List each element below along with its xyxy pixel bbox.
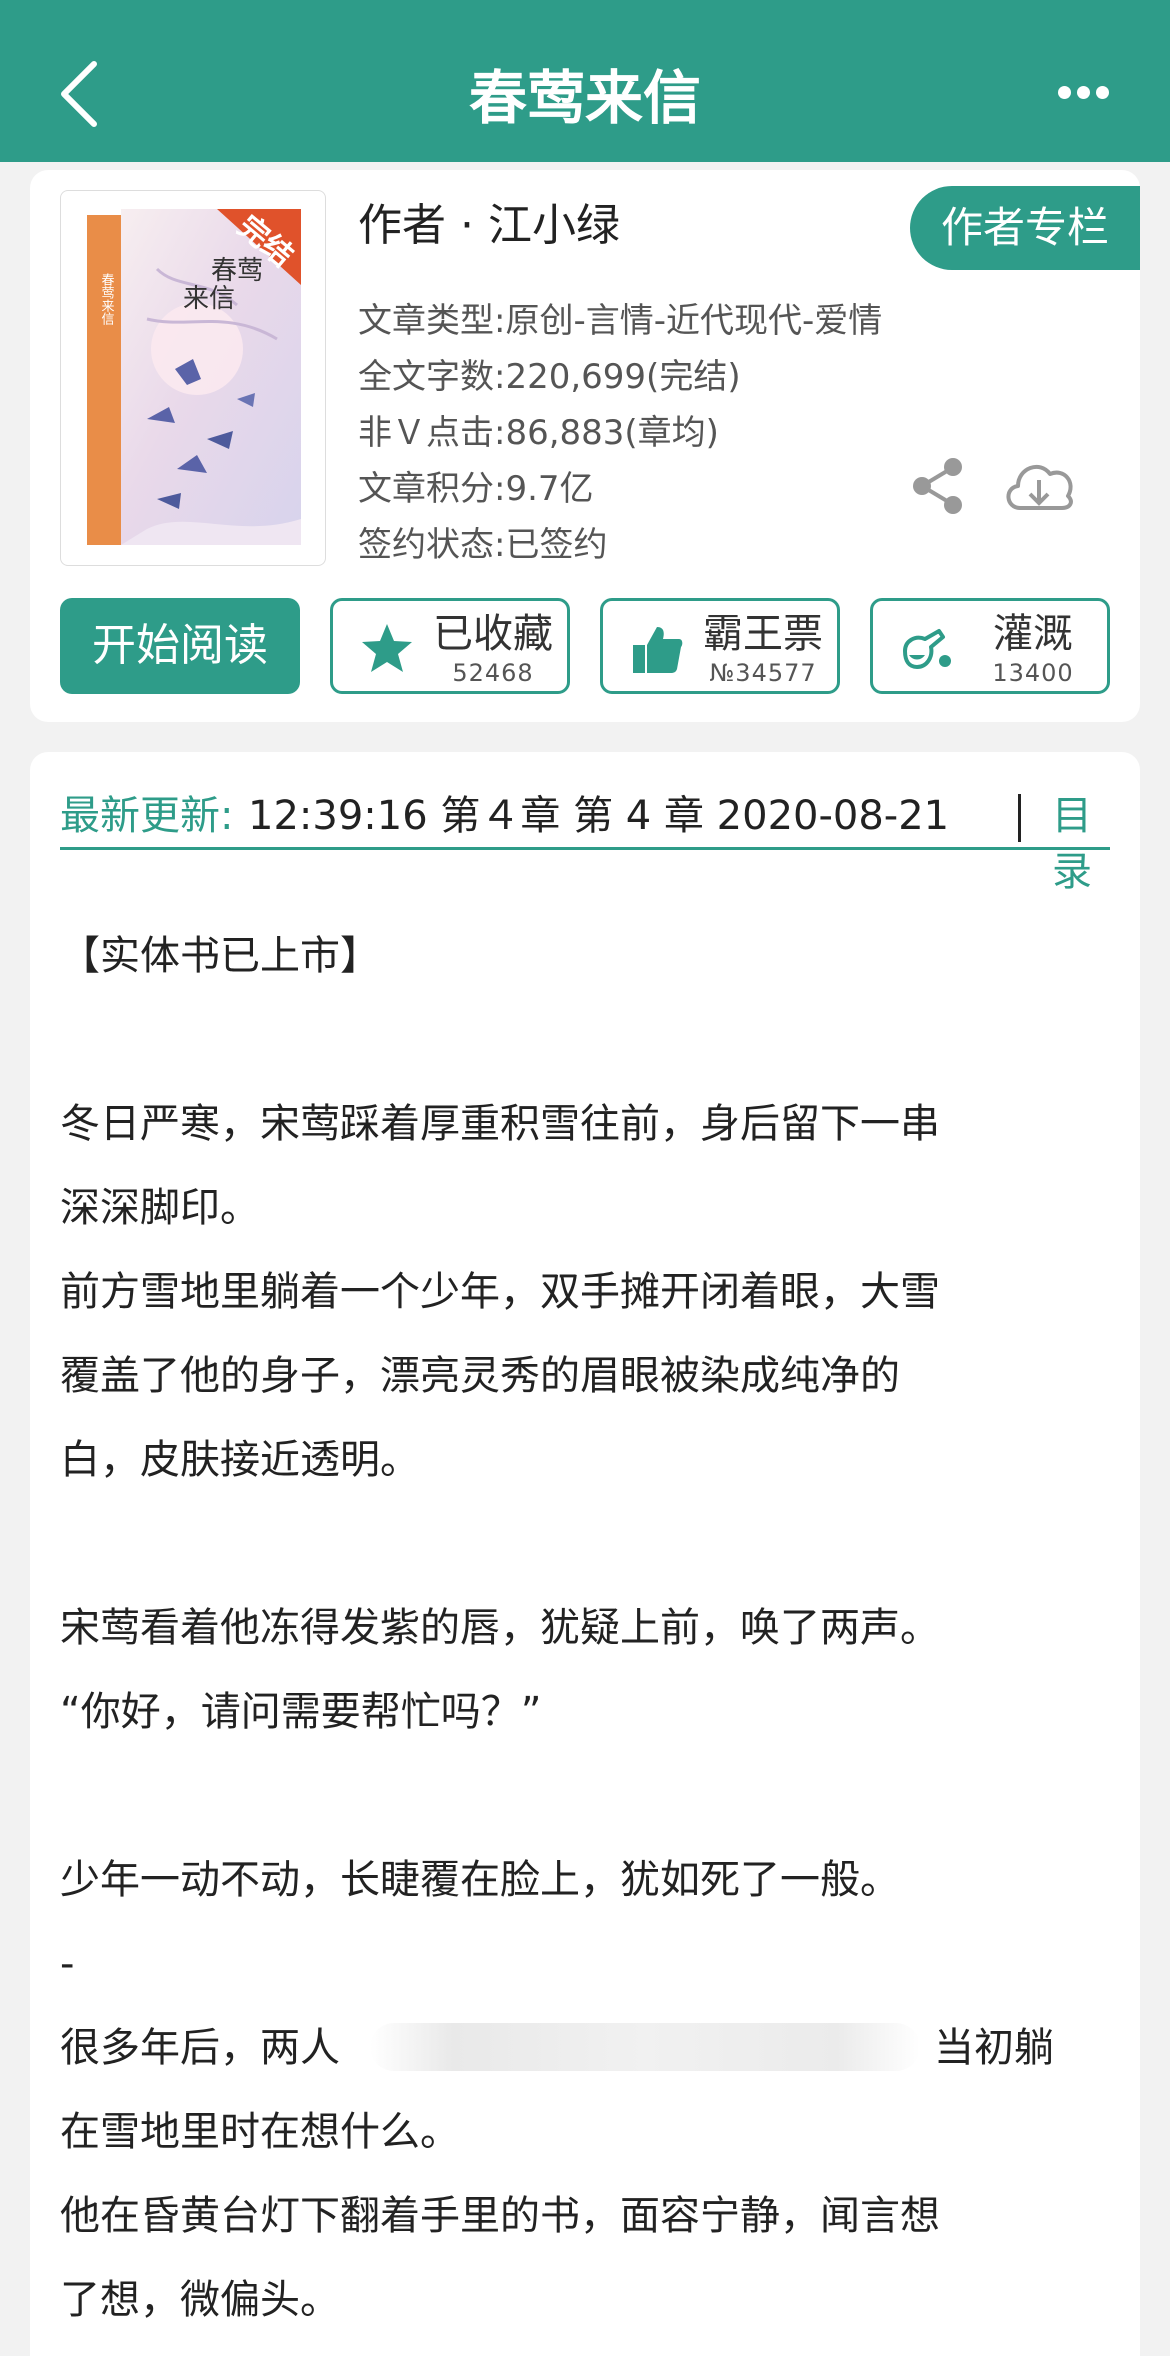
synopsis-line: 少年一动不动，长睫覆在脸上，犹如死了一般。 (60, 1857, 900, 1903)
synopsis-line: 当初躺 (934, 2025, 1054, 2071)
synopsis-line: 很多年后，两人 (60, 2025, 340, 2071)
vote-button[interactable]: 霸王票 №34577 (600, 598, 840, 694)
synopsis-card: 最新更新: 12:39:16 第４章 第 4 章 2020-08-21 目录 【… (30, 752, 1140, 2356)
synopsis-line: 覆盖了他的身子，漂亮灵秀的眉眼被染成纯净的 (60, 1353, 900, 1399)
synopsis-line: “你好，请问需要帮忙吗？” (60, 1689, 542, 1735)
favorite-label: 已收藏 (433, 611, 553, 657)
meta-clicks: 非Ｖ点击:86,883(章均) (358, 413, 719, 453)
divider (1018, 794, 1021, 842)
water-count: 13400 (992, 659, 1074, 687)
synopsis-line: 【实体书已上市】 (60, 933, 380, 979)
cover-spine-title: 春莺来信 (99, 273, 115, 325)
cover-title-line-1: 春莺 (211, 256, 263, 286)
synopsis-line: - (60, 1941, 75, 1987)
cloud-download-icon[interactable] (1000, 452, 1078, 518)
water-button[interactable]: 灌溉 13400 (870, 598, 1110, 694)
synopsis-line: 宋莺看着他冻得发紫的唇，犹疑上前，唤了两声。 (60, 1605, 940, 1651)
latest-update-text[interactable]: 12:39:16 第４章 第 4 章 2020-08-21 (248, 788, 992, 844)
water-label: 灌溉 (993, 611, 1073, 657)
book-cover-image: 完结 春莺 来信 春莺来信 (87, 209, 301, 545)
vote-count: №34577 (709, 659, 817, 687)
synopsis-line: 冬日严寒，宋莺踩着厚重积雪往前，身后留下一串 (60, 1101, 940, 1147)
latest-update-row[interactable]: 最新更新: 12:39:16 第４章 第 4 章 2020-08-21 目录 (60, 786, 1110, 895)
synopsis-line: 白，皮肤接近透明。 (60, 1437, 420, 1483)
blurred-text-overlay (370, 2023, 920, 2071)
synopsis-line: 深深脚印。 (60, 1185, 260, 1231)
synopsis-line: 在雪地里时在想什么。 (60, 2109, 460, 2155)
book-cover[interactable]: 完结 春莺 来信 春莺来信 (60, 190, 326, 566)
watering-can-icon (903, 629, 951, 669)
more-options-icon[interactable] (1058, 86, 1110, 102)
author-name[interactable]: 作者 · 江小绿 (358, 196, 620, 256)
thumbs-up-icon (633, 627, 683, 673)
start-reading-button[interactable]: 开始阅读 (60, 598, 300, 694)
cover-title-line-2: 来信 (183, 284, 235, 314)
share-icon[interactable] (910, 456, 966, 516)
favorite-button[interactable]: 已收藏 52468 (330, 598, 570, 694)
synopsis-line: 他在昏黄台灯下翻着手里的书，面容宁静，闻言想 (60, 2193, 940, 2239)
synopsis-line: 了想，微偏头。 (60, 2277, 340, 2323)
table-of-contents-link[interactable]: 目录 (1052, 788, 1110, 900)
author-column-button[interactable]: 作者专栏 (910, 186, 1140, 270)
latest-update-label: 最新更新: (60, 793, 234, 839)
page-title: 春莺来信 (468, 64, 701, 132)
meta-genre: 文章类型:原创-言情-近代现代-爱情 (358, 301, 883, 341)
synopsis-line: 前方雪地里躺着一个少年，双手摊开闭着眼，大雪 (60, 1269, 940, 1315)
nav-bar: 春莺来信 (0, 0, 1170, 162)
meta-sign-status: 签约状态:已签约 (358, 525, 608, 565)
book-info-card: 完结 春莺 来信 春莺来信 作者 · 江小绿 作者专栏 文章类型:原创-言情-近… (30, 170, 1140, 722)
star-icon (362, 624, 412, 672)
meta-score: 文章积分:9.7亿 (358, 469, 594, 509)
favorite-count: 52468 (452, 659, 534, 687)
vote-label: 霸王票 (703, 611, 823, 657)
meta-word-count: 全文字数:220,699(完结) (358, 357, 741, 397)
